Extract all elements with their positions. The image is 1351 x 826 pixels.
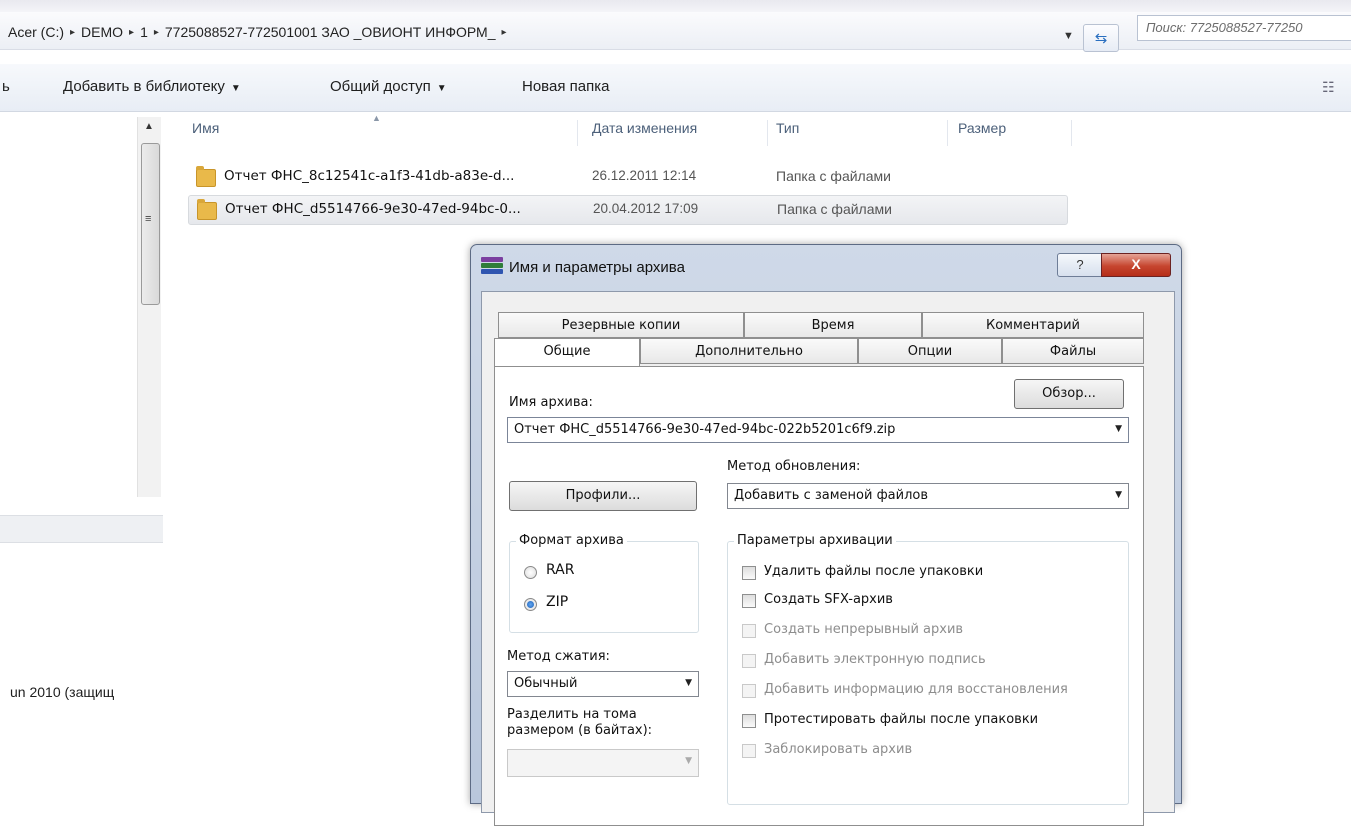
checkbox-solid-label: Создать непрерывный архив	[764, 622, 964, 637]
split-volumes-select[interactable]: ▼	[507, 749, 699, 777]
update-method-value: Добавить с заменой файлов	[734, 488, 929, 503]
archive-format-group: Формат архива RAR ZIP	[509, 533, 699, 633]
close-button[interactable]: X	[1101, 253, 1171, 277]
add-to-library-label: Добавить в библиотеку	[63, 78, 225, 95]
tab-comment[interactable]: Комментарий	[922, 312, 1144, 338]
breadcrumb-1[interactable]: 1	[140, 24, 148, 40]
chevron-down-icon[interactable]: ▼	[685, 678, 692, 688]
help-button[interactable]: ?	[1057, 253, 1103, 277]
column-header-date[interactable]: Дата изменения	[588, 120, 768, 146]
column-header-name[interactable]: Имя	[188, 120, 578, 146]
breadcrumb[interactable]: Acer (C:) ▸ DEMO ▸ 1 ▸ 7725088527-772501…	[8, 21, 507, 43]
checkbox-lock-label: Заблокировать архив	[764, 742, 913, 757]
nav-item-truncated[interactable]: un 2010 (защищ	[10, 684, 160, 706]
checkbox-signature-label: Добавить электронную подпись	[764, 652, 986, 667]
scroll-up-icon[interactable]: ▲	[144, 121, 154, 132]
checkbox-recovery-label: Добавить информацию для восстановления	[764, 682, 1068, 697]
chevron-down-icon: ▼	[230, 83, 241, 94]
add-to-library-button[interactable]: Добавить в библиотеку ▼	[63, 78, 241, 100]
checkbox-solid[interactable]	[742, 624, 756, 638]
tab-options[interactable]: Опции	[858, 338, 1002, 364]
refresh-icon[interactable]: ⇆	[1083, 24, 1119, 52]
archive-format-title: Формат архива	[516, 533, 627, 548]
archive-dialog: Имя и параметры архива ? X Резервные коп…	[470, 244, 1182, 826]
archive-name-field[interactable]: Отчет ФНС_d5514766-9e30-47ed-94bc-022b52…	[507, 417, 1129, 443]
checkbox-recovery[interactable]	[742, 684, 756, 698]
scrollbar-grip-icon: ≡	[145, 213, 152, 225]
file-name: Отчет ФНС_d5514766-9e30-47ed-94bc-0...	[225, 201, 521, 217]
tab-files[interactable]: Файлы	[1002, 338, 1144, 364]
update-method-label: Метод обновления:	[727, 459, 861, 474]
tab-backups[interactable]: Резервные копии	[498, 312, 744, 338]
general-tab-panel: Имя архива: Обзор... Отчет ФНС_d5514766-…	[494, 366, 1144, 826]
breadcrumb-separator-icon[interactable]: ▸	[129, 27, 134, 38]
chevron-down-icon[interactable]: ▼	[1115, 490, 1122, 500]
navigation-scrollbar[interactable]: ▲ ≡	[137, 117, 161, 497]
chevron-down-icon: ▼	[436, 83, 447, 94]
compression-method-label: Метод сжатия:	[507, 649, 610, 664]
chevron-down-icon: ▼	[685, 756, 692, 766]
breadcrumb-separator-icon[interactable]: ▸	[154, 27, 159, 38]
split-volumes-label-line2: размером (в байтах):	[507, 723, 653, 738]
column-header-size[interactable]: Размер	[954, 120, 1072, 146]
browse-button[interactable]: Обзор...	[1014, 379, 1124, 409]
radio-rar-label: RAR	[546, 562, 575, 578]
column-header-type[interactable]: Тип	[772, 120, 948, 146]
radio-rar[interactable]	[524, 566, 537, 579]
folder-icon	[196, 166, 216, 187]
checkbox-lock[interactable]	[742, 744, 756, 758]
tab-general[interactable]: Общие	[494, 338, 640, 366]
navigation-separator	[0, 515, 163, 543]
file-date: 20.04.2012 17:09	[593, 201, 699, 216]
checkbox-test-label: Протестировать файлы после упаковки	[764, 712, 1039, 727]
table-row-selected[interactable]: Отчет ФНС_d5514766-9e30-47ed-94bc-0... 2…	[188, 195, 1068, 225]
radio-zip-label: ZIP	[546, 594, 569, 610]
tab-time[interactable]: Время	[744, 312, 922, 338]
profiles-button[interactable]: Профили...	[509, 481, 697, 511]
dialog-title: Имя и параметры архива	[509, 259, 685, 276]
command-toolbar: ь Добавить в библиотеку ▼ Общий доступ ▼ Н…	[0, 64, 1351, 112]
archiving-options-group: Параметры архивации Удалить файлы после …	[727, 533, 1129, 805]
address-history-dropdown-icon[interactable]: ▼	[1063, 30, 1077, 42]
dialog-body: Резервные копии Время Комментарий Дополн…	[481, 291, 1175, 826]
new-folder-button[interactable]: Новая папка	[522, 78, 609, 100]
checkbox-signature[interactable]	[742, 654, 756, 668]
checkbox-sfx[interactable]	[742, 594, 756, 608]
compression-method-select[interactable]: Обычный ▼	[507, 671, 699, 697]
compression-method-value: Обычный	[514, 676, 578, 691]
tab-advanced[interactable]: Дополнительно	[640, 338, 858, 364]
breadcrumb-drive[interactable]: Acer (C:)	[8, 24, 64, 40]
radio-zip[interactable]	[524, 598, 537, 611]
file-type: Папка с файлами	[776, 168, 891, 184]
file-name: Отчет ФНС_8c12541c-a1f3-41db-a83e-d...	[224, 168, 515, 184]
share-button[interactable]: Общий доступ ▼	[330, 78, 447, 100]
breadcrumb-separator-icon[interactable]: ▸	[502, 27, 507, 38]
search-input[interactable]: Поиск: 7725088527-77250	[1137, 15, 1351, 41]
breadcrumb-company-folder[interactable]: 7725088527-772501001 ЗАО _ОВИОНТ ИНФОРМ_	[165, 24, 496, 40]
checkbox-delete-after[interactable]	[742, 566, 756, 580]
archive-name-value: Отчет ФНС_d5514766-9e30-47ed-94bc-022b52…	[514, 422, 896, 437]
file-type: Папка с файлами	[777, 201, 892, 217]
chevron-down-icon[interactable]: ▼	[1115, 424, 1122, 434]
archiving-options-title: Параметры архивации	[734, 533, 896, 548]
breadcrumb-separator-icon[interactable]: ▸	[70, 27, 75, 38]
view-options-icon[interactable]: ☷	[1322, 79, 1344, 97]
archive-name-label: Имя архива:	[509, 395, 593, 410]
split-volumes-label-line1: Разделить на тома	[507, 707, 637, 722]
winrar-icon	[481, 257, 503, 277]
checkbox-delete-after-label: Удалить файлы после упаковки	[764, 564, 984, 579]
update-method-select[interactable]: Добавить с заменой файлов ▼	[727, 483, 1129, 509]
share-label: Общий доступ	[330, 78, 431, 95]
table-row[interactable]: Отчет ФНС_8c12541c-a1f3-41db-a83e-d... 2…	[188, 163, 1068, 193]
toolbar-cut-item[interactable]: ь	[2, 78, 10, 100]
file-date: 26.12.2011 12:14	[592, 168, 697, 183]
breadcrumb-demo[interactable]: DEMO	[81, 24, 123, 40]
checkbox-sfx-label: Создать SFX-архив	[764, 592, 893, 607]
window-top-strip	[0, 0, 1351, 12]
folder-icon	[197, 199, 217, 220]
checkbox-test[interactable]	[742, 714, 756, 728]
